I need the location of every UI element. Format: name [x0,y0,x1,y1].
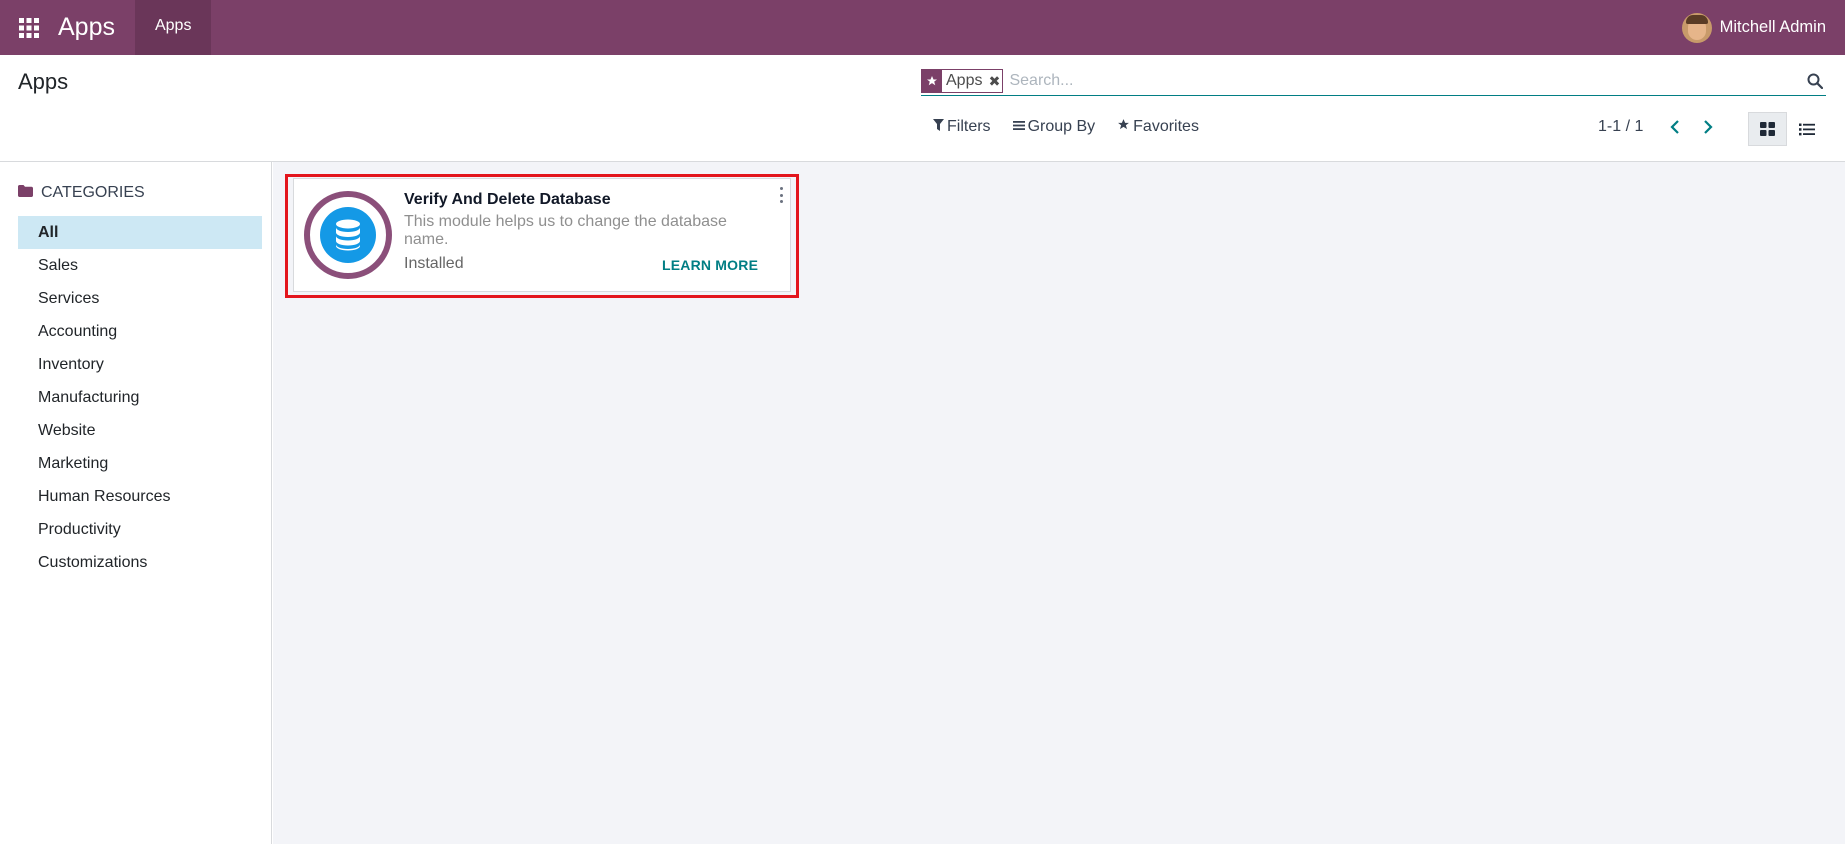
nav-menu-apps[interactable]: Apps [134,0,212,55]
group-by-button[interactable]: Group By [1012,118,1096,136]
user-menu[interactable]: Mitchell Admin [1681,0,1826,55]
search-input[interactable] [1003,68,1804,94]
chevron-right-icon[interactable] [1696,115,1720,139]
app-card[interactable]: Verify And Delete Database This module h… [293,178,791,292]
database-icon [320,207,376,263]
chevron-left-icon[interactable] [1663,115,1687,139]
kanban-area: Verify And Delete Database This module h… [273,162,1845,844]
categories-title: CATEGORIES [41,184,145,201]
favorites-label: Favorites [1133,118,1199,135]
app-logo [304,191,392,279]
search-icon[interactable] [1804,68,1826,94]
category-list: All Sales Services Accounting Inventory … [18,216,262,579]
app-menu-grid-icon[interactable] [0,0,58,55]
categories-sidebar: CATEGORIES All Sales Services Accounting… [0,162,272,844]
category-item-sales[interactable]: Sales [18,249,262,282]
card-status: Installed [404,255,464,272]
bars-icon [1012,118,1025,136]
filters-label: Filters [947,118,991,135]
star-icon [1117,118,1130,136]
control-panel: Apps Apps ✖ Filters Group By [0,55,1845,162]
category-item-manufacturing[interactable]: Manufacturing [18,381,262,414]
user-name: Mitchell Admin [1719,18,1826,36]
avatar [1681,12,1712,43]
category-item-website[interactable]: Website [18,414,262,447]
facet-label: Apps [942,70,987,92]
search-facet: Apps ✖ [921,69,1004,93]
kanban-view-icon[interactable] [1748,112,1787,146]
folder-icon [18,184,33,202]
category-item-inventory[interactable]: Inventory [18,348,262,381]
category-item-all[interactable]: All [18,216,262,249]
view-switcher [1748,112,1826,146]
category-item-productivity[interactable]: Productivity [18,513,262,546]
favorites-button[interactable]: Favorites [1117,118,1199,136]
filter-icon [933,118,944,136]
kebab-menu-icon[interactable] [777,187,785,203]
categories-header: CATEGORIES [18,184,145,202]
category-item-customizations[interactable]: Customizations [18,546,262,579]
category-item-services[interactable]: Services [18,282,262,315]
app-brand[interactable]: Apps [58,0,135,55]
card-title: Verify And Delete Database [404,191,611,208]
facet-remove-icon[interactable]: ✖ [986,70,1002,92]
star-icon [922,70,942,92]
category-item-marketing[interactable]: Marketing [18,447,262,480]
category-item-human-resources[interactable]: Human Resources [18,480,262,513]
group-by-label: Group By [1027,118,1096,135]
learn-more-button[interactable]: LEARN MORE [662,257,758,273]
card-description: This module helps us to change the datab… [404,213,727,248]
category-item-accounting[interactable]: Accounting [18,315,262,348]
page-title: Apps [18,69,69,94]
search-bar: Apps ✖ [921,67,1826,96]
pager-value[interactable]: 1-1 / 1 [1598,118,1643,136]
top-navbar: Apps Apps Mitchell Admin [0,0,1845,55]
filters-button[interactable]: Filters [933,118,991,136]
list-view-icon[interactable] [1787,112,1826,146]
